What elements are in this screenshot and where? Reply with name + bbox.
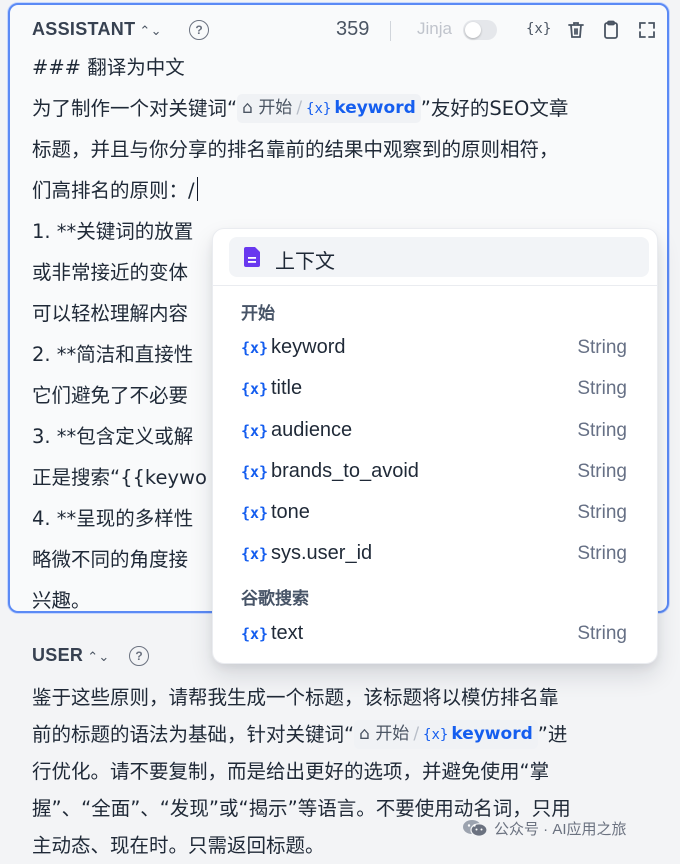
header-divider xyxy=(390,21,391,41)
variable-option-title[interactable]: {x} title String xyxy=(229,373,649,409)
variable-option-audience[interactable]: {x} audience String xyxy=(229,415,649,451)
insert-variable-icon[interactable]: {x} xyxy=(526,21,551,43)
document-icon xyxy=(244,247,260,267)
watermark: 公众号 · AI应用之旅 xyxy=(462,818,627,839)
trash-icon[interactable] xyxy=(565,19,587,41)
variable-option-sys-user-id[interactable]: {x} sys.user_id String xyxy=(229,538,649,574)
variable-chip-keyword[interactable]: ⌂ 开始 / {x} keyword xyxy=(354,720,538,749)
editor-line: 前的标题的语法为基础，针对关键词“ ⌂ 开始 / {x} keyword ”进 xyxy=(32,716,672,753)
chevron-updown-icon: ⌃⌄ xyxy=(139,23,162,38)
home-icon: ⌂ xyxy=(359,724,376,744)
variable-icon: {x} xyxy=(306,101,332,117)
variable-type: String xyxy=(577,420,627,441)
variable-type: String xyxy=(577,461,627,482)
clipboard-icon[interactable] xyxy=(600,19,622,41)
variable-type: String xyxy=(577,378,627,399)
variable-type: String xyxy=(577,623,627,644)
jinja-toggle[interactable] xyxy=(463,20,497,40)
variable-icon: {x} xyxy=(241,625,269,643)
variable-name: audience xyxy=(271,419,353,441)
chevron-updown-icon: ⌃⌄ xyxy=(87,649,110,664)
editor-text: 前的标题的语法为基础，针对关键词“ xyxy=(32,723,355,746)
watermark-text: 公众号 · AI应用之旅 xyxy=(494,821,627,838)
text-caret xyxy=(196,177,199,201)
variable-icon: {x} xyxy=(241,380,269,398)
editor-text: 们高排名的原则：/ xyxy=(32,179,195,202)
variable-picker-popover: 上下文 开始 {x} keyword String {x} title Stri… xyxy=(212,228,658,664)
variable-type: String xyxy=(577,337,627,358)
editor-line: 行优化。请不要复制，而是给出更好的选项，并避免使用“掌 xyxy=(32,760,550,783)
editor-line: 们高排名的原则：/ xyxy=(32,170,672,211)
variable-option-tone[interactable]: {x} tone String xyxy=(229,497,649,533)
editor-line: ### 翻译为中文 xyxy=(32,56,185,79)
variable-icon: {x} xyxy=(241,545,269,563)
popover-divider xyxy=(213,285,657,286)
context-label: 上下文 xyxy=(275,249,335,273)
role-selector[interactable]: ASSISTANT ⌃⌄ xyxy=(32,19,162,40)
variable-type: String xyxy=(577,543,627,564)
editor-line: 标题，并且与你分享的排名靠前的结果中观察到的原则相符， xyxy=(32,138,559,161)
expand-icon[interactable] xyxy=(636,19,658,41)
variable-option-brands-to-avoid[interactable]: {x} brands_to_avoid String xyxy=(229,456,649,492)
role-selector[interactable]: USER ⌃⌄ xyxy=(32,645,110,666)
role-label: USER xyxy=(32,645,84,665)
help-icon[interactable]: ? xyxy=(129,646,149,666)
variable-name: tone xyxy=(271,501,310,523)
variable-icon: {x} xyxy=(241,504,269,522)
role-label: ASSISTANT xyxy=(32,19,136,39)
variable-name: brands_to_avoid xyxy=(271,460,419,482)
variable-name: sys.user_id xyxy=(271,542,373,564)
context-option[interactable]: 上下文 xyxy=(229,237,649,277)
group-label-google-search: 谷歌搜索 xyxy=(241,589,309,609)
editor-text: ”进 xyxy=(537,723,568,746)
chip-separator: / xyxy=(413,724,420,744)
home-icon: ⌂ xyxy=(242,98,259,118)
variable-icon: {x} xyxy=(241,339,269,357)
variable-icon: {x} xyxy=(423,727,449,743)
help-icon[interactable]: ? xyxy=(189,20,209,40)
editor-text: ”友好的SEO文章 xyxy=(420,97,569,120)
variable-name: title xyxy=(271,377,303,399)
editor-line: 鉴于这些原则，请帮我生成一个标题，该标题将以模仿排名靠 xyxy=(32,686,559,709)
chip-separator: / xyxy=(296,98,303,118)
variable-option-text[interactable]: {x} text String xyxy=(229,618,649,654)
wechat-icon xyxy=(463,820,488,837)
variable-icon: {x} xyxy=(241,422,269,440)
editor-line: 为了制作一个对关键词“ ⌂ 开始 / {x} keyword ”友好的SEO文章 xyxy=(32,88,672,129)
variable-icon: {x} xyxy=(241,463,269,481)
group-label-start: 开始 xyxy=(241,304,275,324)
chip-node-label: 开始 xyxy=(258,98,293,118)
jinja-label: Jinja xyxy=(417,19,452,38)
editor-text: 为了制作一个对关键词“ xyxy=(32,97,238,120)
variable-chip-keyword[interactable]: ⌂ 开始 / {x} keyword xyxy=(237,94,421,123)
assistant-panel-header: ASSISTANT ⌃⌄ ? 359 Jinja {x} xyxy=(32,15,655,45)
chip-node-label: 开始 xyxy=(375,724,410,744)
token-count: 359 xyxy=(336,18,370,40)
variable-name: text xyxy=(271,622,304,644)
variable-type: String xyxy=(577,502,627,523)
variable-name: keyword xyxy=(271,336,346,358)
chip-variable-label: keyword xyxy=(334,98,416,118)
toggle-knob xyxy=(465,22,481,38)
variable-option-keyword[interactable]: {x} keyword String xyxy=(229,332,649,368)
chip-variable-label: keyword xyxy=(451,724,533,744)
